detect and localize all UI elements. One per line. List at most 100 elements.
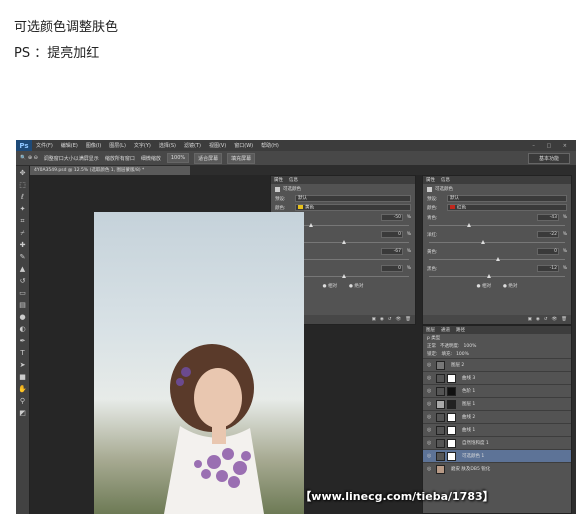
type-icon[interactable]: T	[18, 348, 28, 358]
menu-filter[interactable]: 滤镜(T)	[184, 142, 201, 149]
color-select[interactable]: 红色	[447, 204, 567, 211]
clip-icon[interactable]: ▣	[528, 317, 532, 322]
history-brush-icon[interactable]: ↺	[18, 276, 28, 286]
layer-row-selected[interactable]: ◎ 可选颜色 1	[423, 449, 571, 462]
dodge-icon[interactable]: ◐	[18, 324, 28, 334]
gradient-icon[interactable]: ▤	[18, 300, 28, 310]
zoom-tool-icon[interactable]: ⚲	[18, 396, 28, 406]
slider-value-input[interactable]: 0	[381, 265, 403, 272]
path-select-icon[interactable]: ➤	[18, 360, 28, 370]
slider-value-input[interactable]: 0	[537, 248, 559, 255]
menu-image[interactable]: 图像(I)	[86, 142, 101, 149]
slider-value-input[interactable]: -67	[381, 248, 403, 255]
menu-type[interactable]: 文字(Y)	[134, 142, 151, 149]
magenta-slider[interactable]	[429, 240, 565, 246]
layer-row[interactable]: ◎ 自然饱和度 1	[423, 436, 571, 449]
menu-layer[interactable]: 图层(L)	[109, 142, 126, 149]
stamp-icon[interactable]: ▲	[18, 264, 28, 274]
zoom-icon[interactable]: 🔍 ⊕ ⊖	[20, 155, 38, 161]
marquee-icon[interactable]: ⬚	[18, 180, 28, 190]
layer-row[interactable]: ◎ 曲线 2	[423, 410, 571, 423]
radio-absolute[interactable]: 绝对	[349, 283, 363, 289]
button-100[interactable]: 100%	[166, 153, 190, 163]
eye-icon[interactable]: ◎	[427, 401, 433, 407]
eye-icon[interactable]: ◎	[427, 427, 433, 433]
tab-info[interactable]: 信息	[289, 177, 298, 183]
eye-icon[interactable]: ◎	[427, 414, 433, 420]
color-swatches-icon[interactable]: ◩	[18, 408, 28, 418]
preset-select[interactable]: 默认	[295, 195, 411, 202]
clip-icon[interactable]: ▣	[372, 317, 376, 322]
tab-info[interactable]: 信息	[441, 177, 450, 183]
magic-wand-icon[interactable]: ✦	[18, 204, 28, 214]
yellow-slider[interactable]	[429, 257, 565, 263]
menu-view[interactable]: 视图(V)	[209, 142, 226, 149]
color-select[interactable]: 黄色	[295, 204, 411, 211]
workspace-select[interactable]: 基本功能	[527, 152, 570, 164]
slider-value-input[interactable]: 0	[381, 231, 403, 238]
menu-window[interactable]: 窗口(W)	[234, 142, 253, 149]
slider-value-input[interactable]: -12	[537, 265, 559, 272]
reset-icon[interactable]: ↺	[544, 317, 548, 322]
hand-icon[interactable]: ✋	[18, 384, 28, 394]
reset-icon[interactable]: ↺	[388, 317, 392, 322]
visibility-icon[interactable]: ◉	[380, 317, 384, 322]
eyedropper-icon[interactable]: ⌿	[18, 228, 28, 238]
menu-file[interactable]: 文件(F)	[36, 142, 53, 149]
tab-properties[interactable]: 属性	[426, 177, 435, 183]
opacity-input[interactable]: 100%	[464, 344, 477, 349]
trash-icon[interactable]: 🗑	[561, 317, 567, 322]
button-fill-screen[interactable]: 填充屏幕	[227, 152, 256, 164]
layer-row[interactable]: ◎ 图层 1	[423, 397, 571, 410]
blur-icon[interactable]: ●	[18, 312, 28, 322]
eye-icon[interactable]: 👁	[552, 317, 558, 322]
eye-icon[interactable]: ◎	[427, 362, 433, 368]
eye-icon[interactable]: ◎	[427, 388, 433, 394]
eye-icon[interactable]: ◎	[427, 375, 433, 381]
eraser-icon[interactable]: ▭	[18, 288, 28, 298]
button-fit-screen[interactable]: 适合屏幕	[194, 152, 223, 164]
radio-relative[interactable]: 相对	[323, 283, 337, 289]
tab-layers[interactable]: 图层	[426, 327, 435, 333]
menu-select[interactable]: 选择(S)	[159, 142, 176, 149]
radio-absolute[interactable]: 绝对	[503, 283, 517, 289]
eye-icon[interactable]: ◎	[427, 440, 433, 446]
option-resize-windows[interactable]: 调整窗口大小以满屏显示	[44, 155, 99, 162]
shape-icon[interactable]: ■	[18, 372, 28, 382]
lasso-icon[interactable]: ℓ	[18, 192, 28, 202]
layer-row[interactable]: ◎ 曲线 1	[423, 423, 571, 436]
tab-paths[interactable]: 路径	[456, 327, 465, 333]
menu-edit[interactable]: 编辑(E)	[61, 142, 78, 149]
layer-row[interactable]: ◎ 曲线 3	[423, 371, 571, 384]
window-controls[interactable]: – □ ×	[532, 143, 572, 149]
fill-input[interactable]: 100%	[456, 352, 469, 357]
pen-icon[interactable]: ✒	[18, 336, 28, 346]
trash-icon[interactable]: 🗑	[405, 317, 411, 322]
tab-properties[interactable]: 属性	[274, 177, 283, 183]
layer-row[interactable]: ◎ 图层 2	[423, 358, 571, 371]
eye-icon[interactable]: ◎	[427, 453, 433, 459]
document-tab[interactable]: 4Y0A3549.psd @ 12.5% (选取颜色 1, 图层蒙版/8) *	[30, 166, 190, 175]
menu-help[interactable]: 帮助(H)	[261, 142, 279, 149]
radio-relative[interactable]: 相对	[477, 283, 491, 289]
healing-icon[interactable]: ✚	[18, 240, 28, 250]
eye-icon[interactable]: ◎	[427, 466, 433, 472]
visibility-icon[interactable]: ◉	[536, 317, 540, 322]
layer-row[interactable]: ◎ 色阶 1	[423, 384, 571, 397]
black-slider[interactable]	[429, 274, 565, 280]
option-scrubby-zoom[interactable]: 细微缩放	[141, 155, 161, 162]
eye-icon[interactable]: 👁	[396, 317, 402, 322]
brush-icon[interactable]: ✎	[18, 252, 28, 262]
tab-channels[interactable]: 通道	[441, 327, 450, 333]
crop-icon[interactable]: ⌗	[18, 216, 28, 226]
move-icon[interactable]: ✥	[18, 168, 28, 178]
option-zoom-all[interactable]: 缩放所有窗口	[105, 155, 135, 162]
blend-mode-select[interactable]: 正常	[427, 343, 436, 349]
layer-row[interactable]: ◎ 磨皮 肤及DB5 锐化	[423, 462, 571, 475]
slider-value-input[interactable]: -22	[537, 231, 559, 238]
slider-value-input[interactable]: -50	[381, 214, 403, 221]
preset-select[interactable]: 默认	[447, 195, 567, 202]
slider-value-input[interactable]: -43	[537, 214, 559, 221]
cyan-slider[interactable]	[429, 223, 565, 229]
kind-filter[interactable]: p 类型	[427, 335, 440, 341]
